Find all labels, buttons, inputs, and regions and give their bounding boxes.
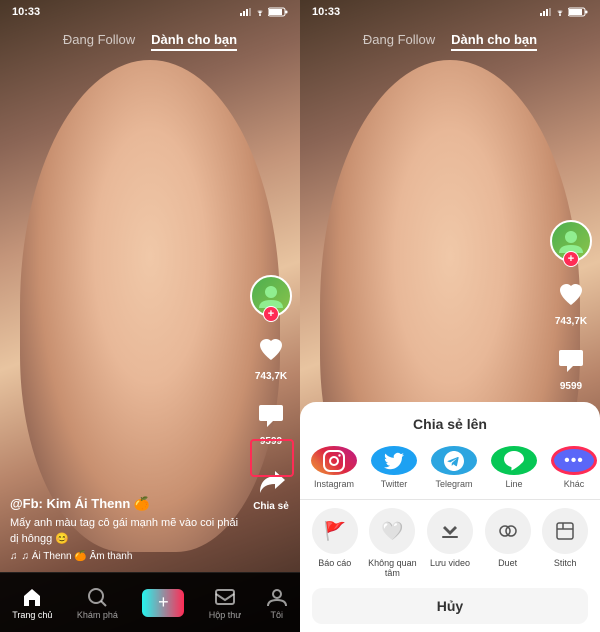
creator-avatar[interactable]: + xyxy=(250,275,292,317)
nav-profile-left[interactable]: Tôi xyxy=(266,586,288,620)
search-icon xyxy=(86,586,108,608)
video-music: ♫ ♫ Ái Thenn 🍊 Âm thanh xyxy=(10,551,245,562)
nav-home-left[interactable]: Trang chủ xyxy=(12,586,52,620)
share-app-telegram[interactable]: Telegram xyxy=(430,446,478,489)
create-icon: + xyxy=(142,589,184,617)
music-note-icon: ♫ xyxy=(10,551,18,562)
share-actions-row: 🚩 Báo cáo 🤍 Không quan tâm Lưu video Due… xyxy=(300,508,600,578)
signal-icon-right xyxy=(540,8,552,16)
telegram-label: Telegram xyxy=(435,479,472,489)
line-label: Line xyxy=(505,479,522,489)
wifi-icon-right xyxy=(555,8,565,16)
signal-icon xyxy=(240,8,252,16)
like-button-left[interactable]: 743,7K xyxy=(252,331,290,382)
profile-label: Tôi xyxy=(270,610,283,620)
share-highlight-box xyxy=(250,439,294,477)
music-label: ♫ Ái Thenn 🍊 Âm thanh xyxy=(22,551,133,562)
time-right: 10:33 xyxy=(312,6,340,18)
right-phone: 10:33 Đang Follow Dành cho bạn + 743, xyxy=(300,0,600,632)
line-icon xyxy=(491,446,537,475)
comment-icon-right xyxy=(552,341,590,379)
action-duet[interactable]: Duet xyxy=(483,508,533,578)
duet-label: Duet xyxy=(498,558,517,568)
nav-tabs-left: Đang Follow Dành cho bạn xyxy=(0,24,300,59)
action-stitch[interactable]: Stitch xyxy=(540,508,590,578)
share-app-twitter[interactable]: Twitter xyxy=(370,446,418,489)
more-label: Khác xyxy=(564,479,585,489)
like-button-right[interactable]: 743,7K xyxy=(552,276,590,327)
status-bar-left: 10:33 xyxy=(0,0,300,24)
tab-foryou-right[interactable]: Dành cho bạn xyxy=(451,32,537,51)
home-icon xyxy=(21,586,43,608)
right-actions-right: + 743,7K 9599 xyxy=(550,220,592,392)
explore-label: Khám phá xyxy=(77,610,118,620)
telegram-icon xyxy=(431,446,477,475)
bottom-nav-left: Trang chủ Khám phá + Hộp thư Tôi xyxy=(0,572,300,632)
status-icons-right xyxy=(540,7,588,17)
inbox-label: Hộp thư xyxy=(209,610,242,620)
nav-explore-left[interactable]: Khám phá xyxy=(77,586,118,620)
heart-icon-left xyxy=(252,331,290,369)
share-sheet: Chia sẻ lên Instagram Twitter xyxy=(300,402,600,632)
home-label: Trang chủ xyxy=(12,610,52,620)
share-apps-row: Instagram Twitter Telegram xyxy=(300,446,600,499)
instagram-icon xyxy=(311,446,357,475)
report-label: Báo cáo xyxy=(318,558,351,568)
action-report[interactable]: 🚩 Báo cáo xyxy=(310,508,360,578)
action-save[interactable]: Lưu video xyxy=(425,508,475,578)
battery-icon xyxy=(268,7,288,17)
share-sheet-title: Chia sẻ lên xyxy=(300,402,600,446)
creator-avatar-right[interactable]: + xyxy=(550,220,592,262)
comment-button-right[interactable]: 9599 xyxy=(552,341,590,392)
more-icon: ••• xyxy=(551,446,597,475)
nav-tabs-right: Đang Follow Dành cho bạn xyxy=(300,24,600,59)
twitter-icon xyxy=(371,446,417,475)
creator-username: @Fb: Kim Ái Thenn 🍊 xyxy=(10,496,245,512)
instagram-label: Instagram xyxy=(314,479,354,489)
left-phone: 10:33 Đang Follow Dành cho bạn + 743 xyxy=(0,0,300,632)
report-icon: 🚩 xyxy=(312,508,358,554)
video-info-left: @Fb: Kim Ái Thenn 🍊 Mấy anh màu tag cô g… xyxy=(10,496,245,562)
video-description: Mấy anh màu tag cô gái mạnh mẽ vào coi p… xyxy=(10,516,245,547)
nav-inbox-left[interactable]: Hộp thư xyxy=(209,586,242,620)
cancel-button[interactable]: Hủy xyxy=(312,588,588,624)
battery-icon-right xyxy=(568,7,588,17)
action-not-interested[interactable]: 🤍 Không quan tâm xyxy=(368,508,418,578)
tab-following-left[interactable]: Đang Follow xyxy=(63,32,135,51)
like-count-right: 743,7K xyxy=(555,316,587,327)
comment-count-right: 9599 xyxy=(560,381,582,392)
time-left: 10:33 xyxy=(12,6,40,18)
profile-icon xyxy=(266,586,288,608)
like-count-left: 743,7K xyxy=(255,371,287,382)
nav-create-left[interactable]: + xyxy=(142,589,184,617)
wifi-icon xyxy=(255,8,265,16)
share-label-left: Chia sẻ xyxy=(253,501,289,512)
status-icons-left xyxy=(240,7,288,17)
heart-icon-right xyxy=(552,276,590,314)
inbox-icon xyxy=(214,586,236,608)
face-overlay xyxy=(20,60,280,552)
status-bar-right: 10:33 xyxy=(300,0,600,24)
not-interested-label: Không quan tâm xyxy=(368,558,418,578)
divider-1 xyxy=(300,499,600,500)
comment-icon-left xyxy=(252,396,290,434)
not-interested-icon: 🤍 xyxy=(369,508,415,554)
follow-plus-icon[interactable]: + xyxy=(263,306,279,322)
tab-following-right[interactable]: Đang Follow xyxy=(363,32,435,51)
save-label: Lưu video xyxy=(430,558,470,568)
share-app-instagram[interactable]: Instagram xyxy=(310,446,358,489)
follow-plus-icon-right[interactable]: + xyxy=(563,251,579,267)
tab-foryou-left[interactable]: Dành cho bạn xyxy=(151,32,237,51)
stitch-icon xyxy=(542,508,588,554)
twitter-label: Twitter xyxy=(381,479,408,489)
share-app-line[interactable]: Line xyxy=(490,446,538,489)
save-icon xyxy=(427,508,473,554)
share-app-more[interactable]: ••• Khác xyxy=(550,446,598,489)
stitch-label: Stitch xyxy=(554,558,577,568)
duet-icon xyxy=(485,508,531,554)
